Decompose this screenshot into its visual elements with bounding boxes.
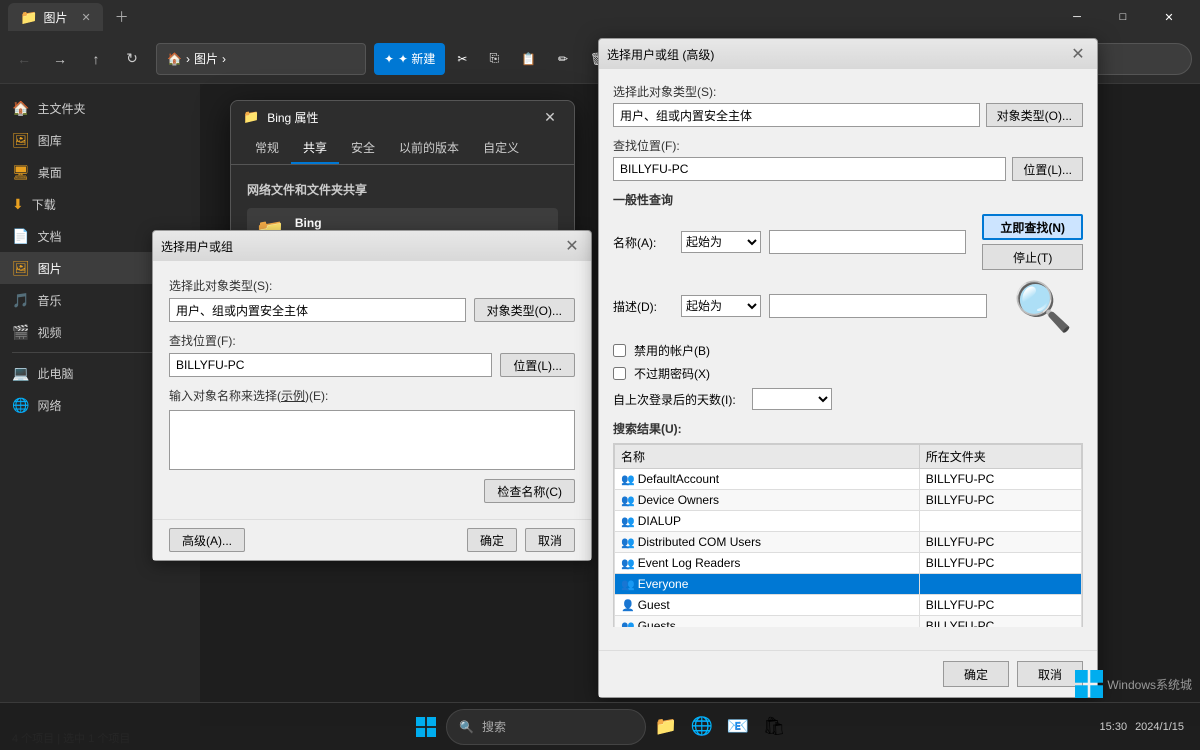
toolbar: ← → ↑ ↻ 🏠 › 图片 › ✦ ✦ 新建 ✂ ⎘ 📋 ✏ 🗑 ↕ 排序 ⊞… [0,34,1200,84]
minimize-btn[interactable]: ─ [1054,1,1100,33]
expand-icon2: › [185,400,188,411]
taskbar-time: 15:30 [1100,721,1128,733]
forward-btn[interactable]: → [44,43,76,75]
address-path: › [186,52,190,66]
taskbar: 🔍 搜索 📁 🌐 📧 🛍 15:30 2024/1/15 Windows系统城 [0,702,1200,750]
cut-btn[interactable]: ✂ [447,43,477,75]
sidebar-item-home[interactable]: 🏠 主文件夹 [0,92,200,124]
up-btn[interactable]: ↑ [80,43,112,75]
network-icon: 🌐 [12,397,29,414]
maximize-btn[interactable]: □ [1100,1,1146,33]
file-grid: 📁 Bing [216,100,1184,171]
gallery-icon: 🖼 [12,132,30,149]
taskbar-store-icon[interactable]: 🛍 [758,711,790,743]
sidebar-item-documents[interactable]: 📄 文档 [0,220,200,252]
search-bar[interactable]: 🔍 搜索 [1032,43,1192,75]
address-chevron: › [222,52,226,66]
back-btn[interactable]: ← [8,43,40,75]
sidebar: 🏠 主文件夹 🖼 图库 🖥 桌面 ⬇ 下载 📄 文档 🖼 图片 [0,84,200,726]
explorer-tab[interactable]: 📁 图片 ✕ [8,3,103,31]
sidebar-desktop-label: 桌面 [38,164,62,181]
new-tab-btn[interactable]: ＋ [107,7,137,27]
sidebar-music-label: 音乐 [37,292,61,309]
more-btn[interactable]: ··· [732,43,764,75]
taskbar-explorer-icon[interactable]: 📁 [650,711,682,743]
folder-icon: 📁 [231,104,281,151]
paste-btn[interactable]: 📋 [511,43,546,75]
taskbar-search[interactable]: 🔍 搜索 [446,709,646,745]
sidebar-pictures-label: 图片 [38,260,62,277]
sort-btn[interactable]: ↕ 排序 [617,43,670,75]
close-btn[interactable]: ✕ [1146,1,1192,33]
address-home-icon: 🏠 [167,52,182,66]
new-label: ✦ 新建 [398,50,435,67]
expand-icon: › [185,368,188,379]
sidebar-gallery-label: 图库 [38,132,62,149]
copy-btn[interactable]: ⎘ [479,43,509,75]
downloads-icon: ⬇ [12,196,24,213]
window-controls: ─ □ ✕ [1054,1,1192,33]
view-label: ⊞ 查看 [683,50,720,67]
sidebar-item-pc[interactable]: 💻 此电脑 › [0,357,200,389]
sidebar-item-gallery[interactable]: 🖼 图库 [0,124,200,156]
start-btn[interactable] [410,711,442,743]
taskbar-date: 2024/1/15 [1135,721,1184,733]
explorer-window: 📁 图片 ✕ ＋ ─ □ ✕ ← → ↑ ↻ 🏠 › 图片 › ✦ ✦ 新建 ✂ [0,0,1200,750]
tab-close-btn[interactable]: ✕ [81,11,90,24]
sidebar-documents-label: 文档 [37,228,61,245]
sidebar-network-label: 网络 [37,397,61,414]
taskbar-mail-icon[interactable]: 📧 [722,711,754,743]
file-view: 📁 Bing [200,84,1200,726]
home-icon: 🏠 [12,100,29,117]
taskbar-search-text: 搜索 [482,718,506,735]
sidebar-item-videos[interactable]: 🎬 视频 [0,316,200,348]
watermark-logo [1075,670,1103,698]
sidebar-pc-label: 此电脑 [37,365,73,382]
watermark: Windows系统城 [1075,670,1192,698]
sidebar-item-pictures[interactable]: 🖼 图片 [0,252,200,284]
new-btn[interactable]: ✦ ✦ 新建 [374,43,445,75]
taskbar-browser-icon[interactable]: 🌐 [686,711,718,743]
tab-folder-icon: 📁 [20,9,37,26]
windows-logo-icon [416,717,436,737]
music-icon: 🎵 [12,292,29,309]
tab-label: 图片 [43,9,67,26]
videos-icon: 🎬 [12,324,29,341]
search-icon: 🔍 [1045,52,1060,66]
documents-icon: 📄 [12,228,29,245]
file-name: Bing [245,155,267,167]
sort-label: ↕ 排序 [627,50,660,67]
sidebar-item-desktop[interactable]: 🖥 桌面 [0,156,200,188]
detail-btn[interactable]: 详细信息 [960,43,1028,75]
sidebar-item-network[interactable]: 🌐 网络 › [0,389,200,421]
refresh-btn[interactable]: ↻ [116,43,148,75]
address-bar[interactable]: 🏠 › 图片 › [156,43,366,75]
pictures-icon: 🖼 [12,260,30,277]
file-item-bing[interactable]: 📁 Bing [216,100,296,171]
watermark-text: Windows系统城 [1107,676,1192,693]
rename-btn[interactable]: ✏ [548,43,578,75]
toolbar-actions: ✦ ✦ 新建 ✂ ⎘ 📋 ✏ 🗑 ↕ 排序 ⊞ 查看 ··· [374,43,764,75]
view-btn[interactable]: ⊞ 查看 [673,43,730,75]
main-content: 🏠 主文件夹 🖼 图库 🖥 桌面 ⬇ 下载 📄 文档 🖼 图片 [0,84,1200,726]
new-icon: ✦ [384,52,394,66]
desktop-icon: 🖥 [12,164,30,181]
sidebar-videos-label: 视频 [37,324,61,341]
address-current: 图片 [194,50,218,67]
sidebar-item-downloads[interactable]: ⬇ 下载 [0,188,200,220]
title-bar: 📁 图片 ✕ ＋ ─ □ ✕ [0,0,1200,34]
pc-icon: 💻 [12,365,29,382]
sidebar-item-music[interactable]: 🎵 音乐 [0,284,200,316]
sidebar-downloads-label: 下载 [32,196,56,213]
sidebar-home-label: 主文件夹 [37,100,85,117]
search-placeholder: 搜索 [1066,50,1090,67]
delete-btn[interactable]: 🗑 [580,43,615,75]
detail-label: 详细信息 [970,50,1018,67]
taskbar-search-icon: 🔍 [459,720,474,734]
taskbar-right: 15:30 2024/1/15 [1100,721,1184,733]
